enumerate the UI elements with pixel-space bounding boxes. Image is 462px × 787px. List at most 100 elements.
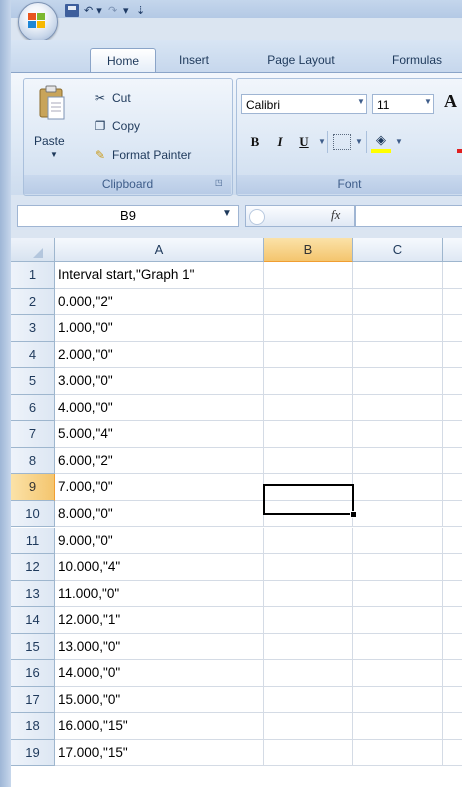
row-header[interactable]: 6: [11, 394, 55, 422]
cell-a[interactable]: 16.000,"15": [55, 713, 264, 740]
column-header-b[interactable]: B: [264, 238, 353, 262]
name-box-dropdown-icon[interactable]: ▼: [222, 208, 232, 219]
cell-d[interactable]: [443, 421, 462, 448]
font-size-dropdown-icon[interactable]: ▼: [424, 97, 432, 106]
row-header[interactable]: 2: [11, 288, 55, 316]
cell-a[interactable]: 2.000,"0": [55, 341, 264, 369]
row-header[interactable]: 5: [11, 368, 55, 395]
cell-b[interactable]: [264, 315, 353, 342]
cell-c[interactable]: [353, 368, 443, 395]
column-header-d[interactable]: [443, 238, 462, 262]
cell-d[interactable]: [443, 315, 462, 342]
cell-c[interactable]: [353, 394, 443, 422]
cell-b[interactable]: [264, 288, 353, 316]
cell-d[interactable]: [443, 740, 462, 767]
redo-dropdown-icon[interactable]: ▾: [123, 4, 129, 18]
cell-c[interactable]: [353, 607, 443, 634]
cell-b[interactable]: [264, 607, 353, 634]
cell-b[interactable]: [264, 686, 353, 714]
formula-bar-expand-icon[interactable]: [249, 209, 265, 225]
cell-a[interactable]: 14.000,"0": [55, 660, 264, 687]
font-name-combo[interactable]: Calibri: [241, 94, 367, 114]
cell-a[interactable]: 13.000,"0": [55, 633, 264, 661]
cell-b[interactable]: [264, 633, 353, 661]
cell-b[interactable]: [264, 394, 353, 422]
row-header[interactable]: 7: [11, 421, 55, 448]
borders-icon[interactable]: [333, 134, 351, 150]
cell-b[interactable]: [264, 262, 353, 289]
tab-page-layout[interactable]: Page Layout: [256, 48, 346, 72]
cell-a[interactable]: 3.000,"0": [55, 368, 264, 395]
cell-c[interactable]: [353, 288, 443, 316]
cell-a[interactable]: 11.000,"0": [55, 580, 264, 608]
underline-button[interactable]: U: [293, 131, 315, 153]
row-header[interactable]: 10: [11, 500, 55, 528]
font-name-dropdown-icon[interactable]: ▼: [357, 97, 365, 106]
paste-button[interactable]: Paste: [34, 134, 65, 148]
fill-handle[interactable]: [350, 511, 357, 518]
format-painter-button[interactable]: ✎ Format Painter: [92, 146, 191, 164]
cell-d[interactable]: [443, 687, 462, 714]
cell-d[interactable]: [443, 395, 462, 422]
grow-font-button[interactable]: A: [444, 91, 457, 112]
cell-b[interactable]: [264, 368, 353, 395]
cell-d[interactable]: [443, 607, 462, 634]
cell-b[interactable]: [264, 713, 353, 740]
redo-icon[interactable]: ↷: [108, 4, 117, 18]
cell-c[interactable]: [353, 421, 443, 448]
cell-c[interactable]: [353, 262, 443, 289]
row-header[interactable]: 19: [11, 739, 55, 767]
cell-c[interactable]: [353, 500, 443, 528]
cell-b[interactable]: [264, 660, 353, 687]
cell-c[interactable]: [353, 739, 443, 767]
cell-a[interactable]: 17.000,"15": [55, 739, 264, 767]
row-header[interactable]: 9: [11, 474, 55, 501]
row-header[interactable]: 1: [11, 262, 55, 289]
cell-c[interactable]: [353, 447, 443, 475]
cell-d[interactable]: [443, 262, 462, 289]
cell-a[interactable]: 10.000,"4": [55, 554, 264, 581]
row-header[interactable]: 12: [11, 554, 55, 581]
tab-formulas[interactable]: Formulas: [382, 48, 452, 72]
cell-d[interactable]: [443, 342, 462, 369]
tab-insert[interactable]: Insert: [170, 48, 218, 72]
cell-a[interactable]: 5.000,"4": [55, 421, 264, 448]
row-header[interactable]: 15: [11, 633, 55, 661]
paste-icon[interactable]: [38, 85, 66, 121]
cell-b[interactable]: [264, 580, 353, 608]
cell-d[interactable]: [443, 474, 462, 501]
row-header[interactable]: 8: [11, 447, 55, 475]
clipboard-launcher-icon[interactable]: ◳: [215, 178, 225, 188]
cell-c[interactable]: [353, 474, 443, 501]
row-header[interactable]: 14: [11, 607, 55, 634]
save-icon[interactable]: [65, 4, 79, 17]
cell-a[interactable]: 15.000,"0": [55, 686, 264, 714]
tab-home[interactable]: Home: [90, 48, 156, 73]
cell-a[interactable]: 7.000,"0": [55, 474, 264, 501]
insert-function-icon[interactable]: fx: [331, 207, 340, 223]
cell-b[interactable]: [264, 341, 353, 369]
borders-dropdown-icon[interactable]: ▼: [355, 137, 363, 146]
row-header[interactable]: 16: [11, 660, 55, 687]
row-header[interactable]: 3: [11, 315, 55, 342]
cell-a[interactable]: 12.000,"1": [55, 607, 264, 634]
cell-d[interactable]: [443, 713, 462, 740]
formula-input[interactable]: [355, 205, 462, 227]
cell-c[interactable]: [353, 713, 443, 740]
cell-a[interactable]: 6.000,"2": [55, 447, 264, 475]
cell-d[interactable]: [443, 448, 462, 475]
cell-c[interactable]: [353, 315, 443, 342]
customize-toolbar-icon[interactable]: ⇣: [136, 4, 145, 18]
fill-color-dropdown-icon[interactable]: ▼: [395, 137, 403, 146]
column-header-a[interactable]: A: [55, 238, 264, 262]
cell-c[interactable]: [353, 341, 443, 369]
cell-d[interactable]: [443, 528, 462, 555]
cell-a[interactable]: 9.000,"0": [55, 527, 264, 555]
italic-button[interactable]: I: [270, 131, 290, 153]
cell-c[interactable]: [353, 527, 443, 555]
undo-icon[interactable]: ↶ ▾: [84, 4, 102, 18]
font-color-swatch[interactable]: [457, 149, 462, 153]
cell-a[interactable]: 1.000,"0": [55, 315, 264, 342]
cell-c[interactable]: [353, 554, 443, 581]
column-header-c[interactable]: C: [353, 238, 443, 262]
